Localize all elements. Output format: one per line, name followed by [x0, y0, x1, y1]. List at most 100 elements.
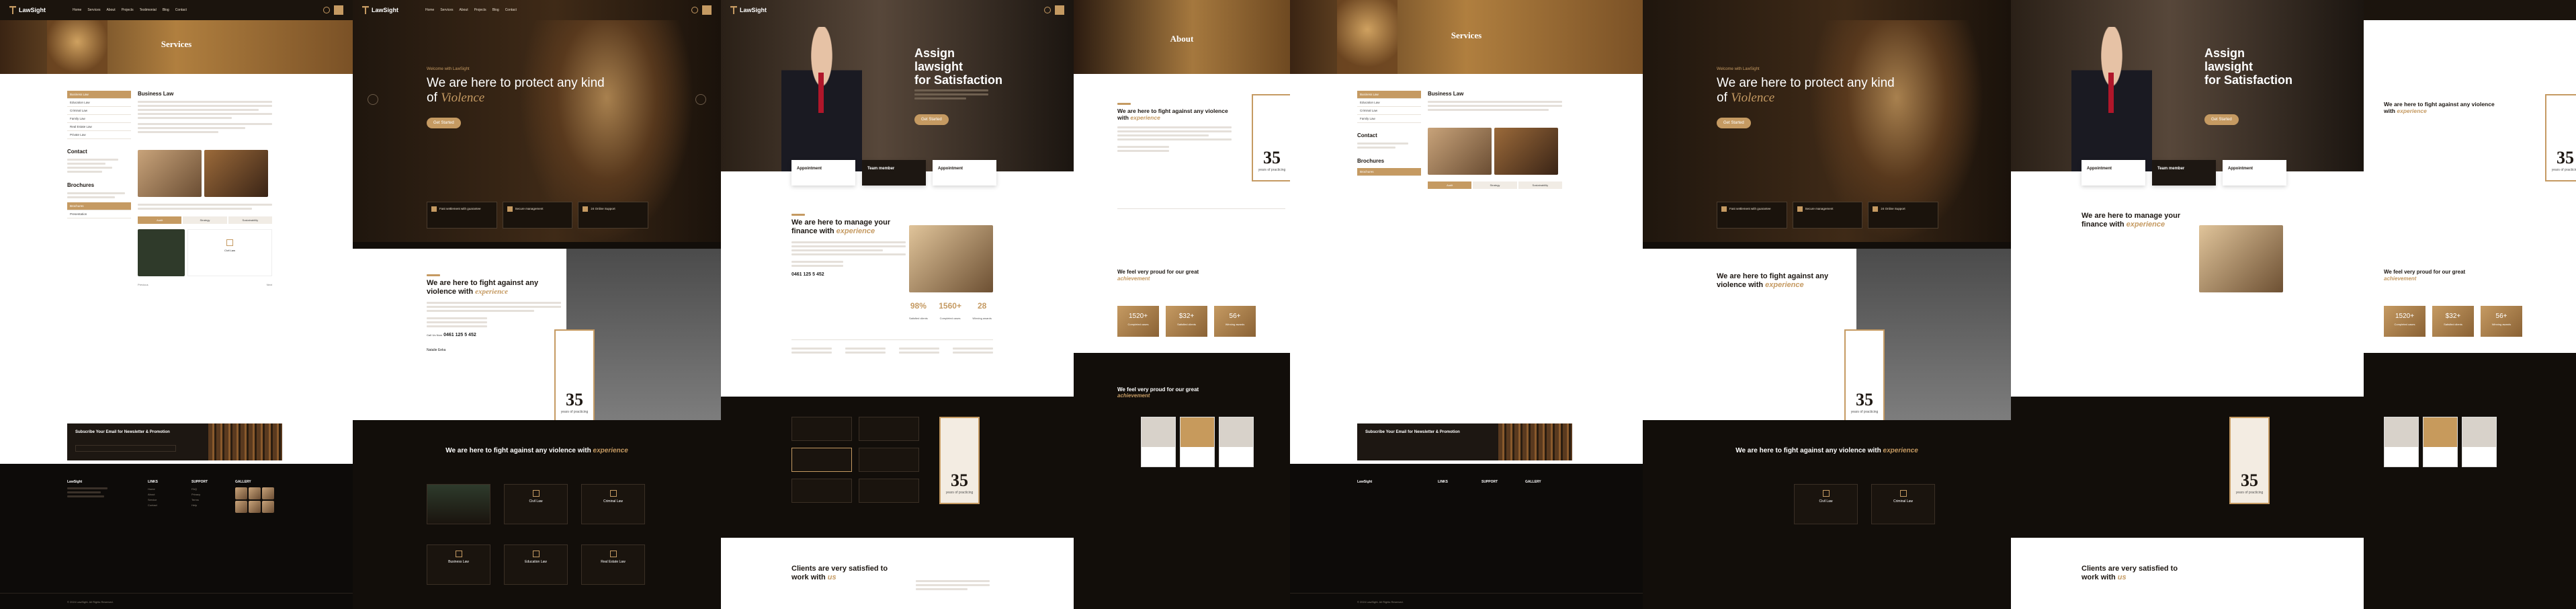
feature-support: 24 Online Support	[578, 202, 649, 229]
appointment-card-2[interactable]: Appointment	[933, 160, 996, 186]
tab-sustainability[interactable]: Sustainability	[228, 216, 272, 224]
hero-section: Assign lawsight for Satisfaction Get Start…	[721, 0, 1074, 171]
newsletter-email-input[interactable]	[75, 445, 176, 452]
footer-link[interactable]: Contact	[148, 503, 195, 507]
sidebar-item-business[interactable]: Business Law	[1357, 91, 1421, 99]
footer-link[interactable]: Terms	[191, 498, 239, 501]
nav-item-home[interactable]: Home	[425, 8, 434, 12]
hero-cta-button[interactable]: Get Started	[427, 118, 461, 128]
about-title: We are here to fight against any violenc…	[1717, 272, 1829, 290]
service-tile[interactable]	[859, 448, 919, 472]
sidebar-item-criminal[interactable]: Criminal Law	[1357, 107, 1421, 115]
slider-next-arrow[interactable]	[695, 94, 706, 105]
sidebar-item-education[interactable]: Education Law	[1357, 99, 1421, 107]
tab-audit[interactable]: Audit	[138, 216, 182, 224]
logo[interactable]: LawSight	[362, 6, 398, 14]
sidebar-item-real-estate[interactable]: Real Estate Law	[67, 123, 131, 131]
practice-card-criminal[interactable]: Criminal Law	[581, 484, 645, 524]
service-content: Business Law Audit Strategy Sustainabili…	[138, 91, 272, 287]
nav-item-about[interactable]: About	[107, 8, 116, 12]
hero-cta-button[interactable]: Get Started	[914, 114, 949, 125]
service-tile[interactable]	[791, 448, 852, 472]
top-nav: LawSight Home Services About Projects Bl…	[353, 0, 721, 20]
service-tile[interactable]	[859, 479, 919, 503]
logo[interactable]: LawSight	[9, 6, 46, 14]
practice-card-criminal[interactable]: Criminal Law	[1871, 484, 1935, 524]
sidebar-item-education[interactable]: Education Law	[67, 99, 131, 107]
service-tile[interactable]	[791, 479, 852, 503]
team-section	[2364, 353, 2576, 609]
brochure-download-button[interactable]: Brochures	[67, 202, 131, 210]
appointment-card-2[interactable]: Appointment	[2223, 160, 2286, 186]
team-member-card[interactable]	[2462, 417, 2497, 467]
feature-row: Fast settlement with guarantee Secure ma…	[1717, 202, 1939, 229]
nav-item-testimonial[interactable]: Testimonial	[140, 8, 157, 12]
footer-link[interactable]: Service	[148, 498, 195, 501]
footer-logo[interactable]: LawSight	[67, 480, 114, 484]
prev-link[interactable]: Previous	[138, 283, 148, 287]
sidebar-item-criminal[interactable]: Criminal Law	[67, 107, 131, 115]
hero-title: Assign lawsight for Satisfaction	[2204, 46, 2293, 87]
team-member-card[interactable]: Team member	[862, 160, 926, 186]
footer-link[interactable]: Help	[191, 503, 239, 507]
team-member-card[interactable]	[1141, 417, 1176, 467]
search-icon[interactable]	[691, 7, 698, 13]
tab-audit[interactable]: Audit	[1428, 181, 1472, 189]
presentation-download-button[interactable]: Presentation	[67, 210, 131, 218]
team-member-card[interactable]	[1180, 417, 1215, 467]
tab-sustainability[interactable]: Sustainability	[1518, 181, 1562, 189]
team-member-card[interactable]	[1219, 417, 1254, 467]
footer-link[interactable]: Home	[148, 487, 195, 491]
team-member-card[interactable]	[2423, 417, 2458, 467]
practice-card-civil[interactable]: Civil Law	[1794, 484, 1858, 524]
tab-strategy[interactable]: Strategy	[183, 216, 227, 224]
appointment-card-1[interactable]: Appointment	[791, 160, 855, 186]
service-tile[interactable]	[791, 417, 852, 441]
footer-link[interactable]: Privacy	[191, 493, 239, 496]
menu-button[interactable]	[334, 5, 343, 15]
menu-button[interactable]	[702, 5, 712, 15]
home-page-2-copy: Assign lawsight for Satisfaction Get Start…	[2011, 0, 2364, 609]
footer-link[interactable]: FAQ	[191, 487, 239, 491]
service-tile[interactable]	[859, 417, 919, 441]
page-title: About	[1170, 34, 1194, 44]
team-member-card[interactable]	[2384, 417, 2419, 467]
about-intro: We are here to fight against any violenc…	[1117, 101, 1232, 154]
practice-card-education[interactable]: Education Law	[504, 544, 568, 585]
nav-item-contact[interactable]: Contact	[505, 8, 517, 12]
footer-logo[interactable]: LawSight	[1357, 480, 1404, 484]
nav-item-blog[interactable]: Blog	[492, 8, 499, 12]
phone-number[interactable]: 0461 125 5 452	[791, 272, 906, 277]
tab-strategy[interactable]: Strategy	[1473, 181, 1517, 189]
nav-item-projects[interactable]: Projects	[474, 8, 486, 12]
achievement-title: We feel very proud for our great achieve…	[2384, 269, 2466, 282]
nav-item-about[interactable]: About	[460, 8, 468, 12]
hero-cta-button[interactable]: Get Started	[1717, 118, 1751, 128]
sidebar-item-family[interactable]: Family Law	[1357, 115, 1421, 123]
search-icon[interactable]	[323, 7, 330, 13]
practice-card-real-estate[interactable]: Real Estate Law	[581, 544, 645, 585]
sidebar-item-business[interactable]: Business Law	[67, 91, 131, 99]
appointment-card-1[interactable]: Appointment	[2081, 160, 2145, 186]
sidebar-item-family[interactable]: Family Law	[67, 115, 131, 123]
search-icon[interactable]	[1044, 7, 1051, 13]
team-member-card[interactable]: Team member	[2152, 160, 2216, 186]
testimonials-section: Clients are very satisfied to work with …	[721, 538, 1074, 609]
practice-card-business[interactable]: Business Law	[427, 544, 490, 585]
menu-button[interactable]	[1055, 5, 1064, 15]
slider-prev-arrow[interactable]	[368, 94, 378, 105]
footer-link[interactable]: About	[148, 493, 195, 496]
nav-item-services[interactable]: Services	[87, 8, 100, 12]
nav-item-home[interactable]: Home	[73, 8, 81, 12]
sidebar-item-private[interactable]: Private Law	[67, 131, 131, 139]
nav-item-projects[interactable]: Projects	[122, 8, 134, 12]
nav-item-services[interactable]: Services	[440, 8, 453, 12]
nav-item-blog[interactable]: Blog	[163, 8, 169, 12]
nav-item-contact[interactable]: Contact	[175, 8, 187, 12]
hero-cta-button[interactable]: Get Started	[2204, 114, 2239, 125]
brochure-download-button[interactable]: Brochures	[1357, 168, 1421, 176]
practice-card-civil[interactable]: Civil Law	[504, 484, 568, 524]
next-link[interactable]: Next	[267, 283, 272, 287]
logo[interactable]: LawSight	[730, 6, 767, 14]
home-page-2: LawSight Assign lawsight for Satisfaction …	[721, 0, 1074, 609]
